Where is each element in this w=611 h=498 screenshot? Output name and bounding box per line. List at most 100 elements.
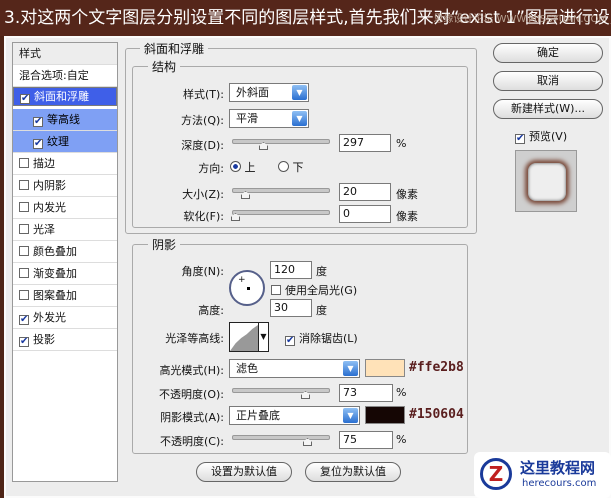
depth-input[interactable]: 297 [339,134,391,152]
sidebar-item[interactable]: ✔ 投影 [13,329,117,351]
structure-title: 结构 [148,58,181,75]
sidebar-item-label: 描边 [33,157,55,170]
checkbox[interactable] [19,224,29,234]
checkbox[interactable] [19,268,29,278]
logo-name: 这里教程网 [520,459,596,477]
new-style-button[interactable]: 新建样式(W)... [493,99,603,119]
gloss-contour-picker[interactable]: ▼ [229,322,269,352]
preview-label: 预览(V) [529,130,568,143]
styles-sidebar: 样式 混合选项:自定 ✔ 斜面和浮雕 ✔ 等高线 ✔ 纹理 描边 内阴影 内发光 光泽 颜色叠加 渐变叠… [12,42,118,482]
sidebar-item-label: 颜色叠加 [33,245,77,258]
checkbox[interactable]: ✔ [33,117,43,127]
highlight-opacity-label: 不透明度(O): [159,388,224,401]
highlight-mode-select[interactable]: 滤色 ▼ [229,359,360,378]
sidebar-item[interactable]: 渐变叠加 [13,263,117,285]
size-input[interactable]: 20 [339,183,391,201]
sidebar-item[interactable]: ✔ 等高线 [13,109,117,131]
method-label: 方法(Q): [181,114,224,127]
highlight-mode-label: 高光模式(H): [159,364,224,377]
reset-default-button[interactable]: 复位为默认值 [305,462,401,482]
sidebar-item[interactable]: ✔ 斜面和浮雕 [13,87,117,106]
chevron-down-icon: ▼ [343,408,358,423]
shading-title: 阴影 [148,236,181,253]
sidebar-item-label: 投影 [33,333,55,346]
soften-input[interactable]: 0 [339,205,391,223]
chevron-down-icon: ▼ [292,85,307,100]
preview-checkbox[interactable]: ✔ 预览(V) [515,128,567,144]
style-select[interactable]: 外斜面 ▼ [229,83,309,102]
checkbox[interactable]: ✔ [19,315,29,325]
sidebar-item[interactable]: 混合选项:自定 [13,65,117,87]
percent-label: % [396,386,407,399]
anti-alias-checkbox[interactable]: ✔ 消除锯齿(L) [285,330,358,346]
checkbox[interactable]: ✔ [33,139,43,149]
shadow-mode-label: 阴影模式(A): [160,411,224,424]
shadow-color-swatch[interactable] [365,406,405,424]
chevron-down-icon: ▼ [292,111,307,126]
style-label: 样式(T): [182,88,224,101]
sidebar-item-label: 内发光 [33,201,66,214]
direction-up-radio[interactable]: 上 [230,159,256,175]
sidebar-item-label: 纹理 [47,135,69,148]
cancel-button[interactable]: 取消 [493,71,603,91]
checkbox[interactable] [19,180,29,190]
anti-alias-label: 消除锯齿(L) [299,332,358,345]
sidebar-item-label: 混合选项:自定 [19,69,89,82]
sidebar-item-label: 渐变叠加 [33,267,77,280]
highlight-mode-value: 滤色 [236,362,258,375]
checkbox[interactable]: ✔ [19,337,29,347]
checkbox[interactable] [19,158,29,168]
sidebar-title: 样式 [13,43,117,65]
highlight-hex-annotation: #ffe2b8 [409,360,464,375]
watermark: 思缘设计论坛 WWW.MISSYUAN.COM [433,14,607,25]
method-value: 平滑 [236,112,258,125]
highlight-opacity-input[interactable]: 73 [339,384,393,402]
shadow-opacity-label: 不透明度(C): [160,435,224,448]
ok-button[interactable]: 确定 [493,43,603,63]
size-slider[interactable] [232,188,330,199]
method-select[interactable]: 平滑 ▼ [229,109,309,128]
sidebar-item-label: 外发光 [33,311,66,324]
style-value: 外斜面 [236,86,269,99]
sidebar-item[interactable]: 内发光 [13,197,117,219]
altitude-input[interactable]: 30 [270,299,312,317]
direction-up-label: 上 [244,161,256,174]
soften-label: 软化(F): [183,210,224,223]
bevel-title: 斜面和浮雕 [140,40,209,57]
angle-label: 角度(N): [181,265,224,278]
direction-down-radio[interactable]: 下 [278,159,304,175]
sidebar-item[interactable]: ✔ 纹理 [13,131,117,153]
checkbox[interactable]: ✔ [20,94,30,104]
checkbox[interactable] [19,290,29,300]
gloss-contour-label: 光泽等高线: [165,332,224,345]
shadow-hex-annotation: #150604 [409,407,464,422]
highlight-opacity-slider[interactable] [232,388,330,399]
checkbox[interactable] [19,246,29,256]
depth-label: 深度(D): [181,139,224,152]
sidebar-item[interactable]: 颜色叠加 [13,241,117,263]
depth-slider[interactable] [232,139,330,150]
sidebar-item-label: 等高线 [47,113,80,126]
checkbox[interactable] [19,202,29,212]
angle-unit: 度 [316,265,327,278]
make-default-button[interactable]: 设置为默认值 [196,462,292,482]
site-logo: Z 这里教程网 herecours.com [474,452,611,498]
shadow-mode-select[interactable]: 正片叠底 ▼ [229,406,360,425]
shadow-mode-value: 正片叠底 [236,409,280,422]
sidebar-item[interactable]: 内阴影 [13,175,117,197]
global-light-checkbox[interactable]: 使用全局光(G) [271,282,357,298]
sidebar-item[interactable]: 描边 [13,153,117,175]
chevron-down-icon: ▼ [258,323,268,351]
soften-slider[interactable] [231,210,330,221]
sidebar-item[interactable]: 图案叠加 [13,285,117,307]
highlight-color-swatch[interactable] [365,359,405,377]
sidebar-item[interactable]: 光泽 [13,219,117,241]
global-light-label: 使用全局光(G) [285,284,358,297]
shadow-opacity-input[interactable]: 75 [339,431,393,449]
angle-input[interactable]: 120 [270,261,312,279]
sidebar-item[interactable]: ✔ 外发光 [13,307,117,329]
angle-dial[interactable]: + [229,270,265,306]
percent-label: % [396,137,407,150]
soften-unit: 像素 [396,210,418,223]
shadow-opacity-slider[interactable] [232,435,330,446]
